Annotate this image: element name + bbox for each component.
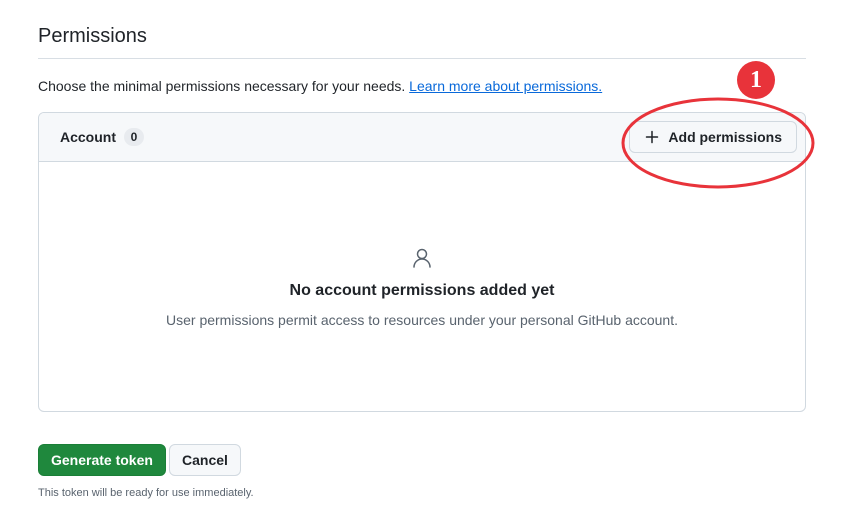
empty-state-description: User permissions permit access to resour… (166, 312, 678, 328)
title-divider (38, 58, 806, 59)
page: Permissions Choose the minimal permissio… (0, 0, 860, 507)
account-count-badge: 0 (124, 128, 144, 146)
annotation-ellipse (621, 97, 815, 189)
token-ready-note: This token will be ready for use immedia… (38, 487, 254, 499)
panel-header-left: Account 0 (60, 128, 144, 146)
section-title: Permissions (38, 25, 147, 47)
empty-state-title: No account permissions added yet (289, 282, 555, 299)
learn-more-link[interactable]: Learn more about permissions. (409, 78, 602, 94)
annotation-badge: 1 (737, 61, 775, 99)
intro-text-label: Choose the minimal permissions necessary… (38, 78, 406, 94)
empty-state: No account permissions added yet User pe… (39, 162, 805, 411)
intro-text: Choose the minimal permissions necessary… (38, 78, 602, 94)
cancel-button[interactable]: Cancel (169, 444, 241, 476)
generate-token-button[interactable]: Generate token (38, 444, 166, 476)
account-heading: Account (60, 129, 116, 145)
person-icon (410, 246, 434, 270)
